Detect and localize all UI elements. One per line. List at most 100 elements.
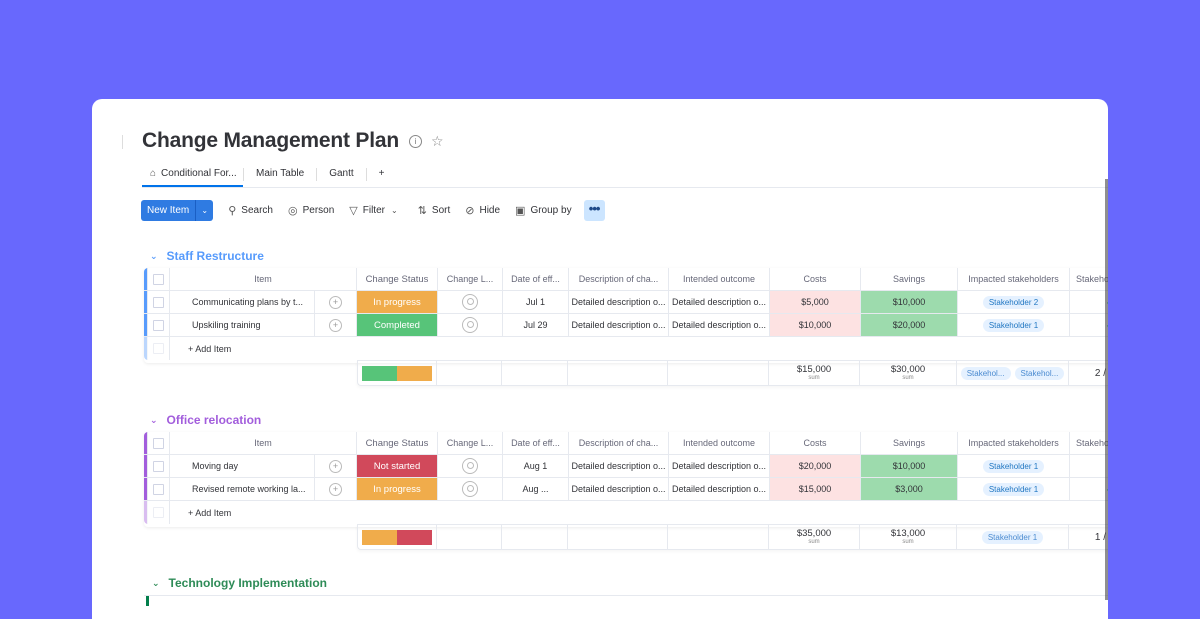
savings-cell[interactable]: $20,000 — [861, 314, 958, 337]
stakeholder-tag[interactable]: Stakehol... — [960, 366, 1011, 380]
person-cell[interactable] — [438, 314, 503, 337]
add-item-input[interactable]: + Add Item — [170, 337, 970, 360]
column-header-impacted-stakeholders[interactable]: Impacted stakeholders — [958, 268, 1070, 291]
column-header-savings[interactable]: Savings — [861, 268, 958, 291]
column-header-date[interactable]: Date of eff... — [503, 432, 569, 455]
signoff-cell[interactable]: ✓ — [1070, 478, 1108, 501]
group-header-technology-implementation[interactable]: ⌄ Technology Implementation — [152, 576, 327, 590]
more-options-button[interactable]: ••• — [583, 199, 605, 221]
person-cell[interactable] — [438, 291, 503, 314]
filter-button[interactable]: ▽ Filter ⌄ — [349, 204, 402, 217]
item-name[interactable]: Moving day — [170, 455, 315, 478]
row-checkbox[interactable] — [153, 460, 164, 472]
status-label[interactable]: Completed — [357, 314, 438, 337]
tab-gantt[interactable]: Gantt — [317, 165, 365, 186]
group-header-staff-restructure[interactable]: ⌄ Staff Restructure — [150, 249, 264, 263]
signoff-cell[interactable] — [1070, 455, 1108, 478]
chevron-down-icon[interactable]: ⌄ — [150, 251, 158, 262]
select-all-cell[interactable] — [148, 432, 170, 455]
date-cell[interactable]: Jul 1 — [503, 291, 569, 314]
stakeholders-cell[interactable]: Stakeholder 1 — [958, 478, 1070, 501]
person-cell[interactable] — [438, 455, 503, 478]
tab-main-table[interactable]: Main Table — [244, 165, 316, 186]
date-cell[interactable]: Jul 29 — [503, 314, 569, 337]
cost-cell[interactable]: $5,000 — [770, 291, 861, 314]
cost-cell[interactable]: $10,000 — [770, 314, 861, 337]
outcome-cell[interactable]: Detailed description o... — [669, 314, 770, 337]
stakeholders-cell[interactable]: Stakeholder 1 — [958, 455, 1070, 478]
table-row[interactable]: Upskiling training + Completed Jul 29 De… — [144, 314, 1108, 337]
add-update-cell[interactable]: + — [315, 314, 357, 337]
item-name[interactable]: Upskiling training — [170, 314, 315, 337]
status-distribution-cell[interactable] — [358, 361, 437, 385]
avatar-placeholder-icon[interactable] — [462, 481, 478, 497]
cost-cell[interactable]: $20,000 — [770, 455, 861, 478]
new-item-label[interactable]: New Item — [141, 200, 195, 221]
tab-conditional-formatting[interactable]: ⌂ Conditional For... — [142, 165, 243, 187]
new-item-button[interactable]: New Item ⌄ — [141, 199, 214, 221]
outcome-cell[interactable]: Detailed description o... — [669, 455, 770, 478]
column-header-change-status[interactable]: Change Status — [357, 432, 438, 455]
chevron-down-icon[interactable]: ⌄ — [391, 206, 398, 215]
column-header-intended-outcome[interactable]: Intended outcome — [669, 432, 770, 455]
row-checkbox[interactable] — [153, 319, 164, 331]
outcome-cell[interactable]: Detailed description o... — [669, 478, 770, 501]
item-name[interactable]: Revised remote working la... — [170, 478, 315, 501]
column-header-impacted-stakeholders[interactable]: Impacted stakeholders — [958, 432, 1070, 455]
add-update-cell[interactable]: + — [315, 291, 357, 314]
group-title[interactable]: Staff Restructure — [167, 249, 264, 263]
column-header-intended-outcome[interactable]: Intended outcome — [669, 268, 770, 291]
row-checkbox[interactable] — [153, 483, 164, 495]
chevron-down-icon[interactable]: ⌄ — [195, 199, 213, 221]
description-cell[interactable]: Detailed description o... — [569, 291, 669, 314]
avatar-placeholder-icon[interactable] — [462, 294, 478, 310]
group-title[interactable]: Office relocation — [167, 413, 262, 427]
status-label[interactable]: In progress — [357, 478, 438, 501]
add-update-cell[interactable]: + — [315, 478, 357, 501]
row-checkbox[interactable] — [153, 296, 164, 308]
info-icon[interactable]: i — [408, 134, 422, 148]
stakeholder-tag[interactable]: Stakeholder 1 — [982, 318, 1045, 332]
column-header-stakeholder-signoff[interactable]: Stakeho — [1070, 432, 1108, 455]
status-label[interactable]: Not started — [357, 455, 438, 478]
add-item-row[interactable]: + Add Item — [144, 337, 1108, 360]
group-title[interactable]: Technology Implementation — [169, 576, 327, 590]
outcome-cell[interactable]: Detailed description o... — [669, 291, 770, 314]
stakeholders-cell[interactable]: Stakeholder 2 — [958, 291, 1070, 314]
person-filter-button[interactable]: ◎ Person — [288, 204, 334, 217]
savings-cell[interactable]: $10,000 — [861, 455, 958, 478]
stakeholder-tag[interactable]: Stakehol... — [1014, 366, 1065, 380]
savings-cell[interactable]: $3,000 — [861, 478, 958, 501]
chevron-down-icon[interactable]: ⌄ — [150, 415, 158, 426]
column-header-item[interactable]: Item — [170, 268, 357, 291]
column-header-description[interactable]: Description of cha... — [569, 432, 669, 455]
column-header-costs[interactable]: Costs — [770, 432, 861, 455]
add-item-row[interactable]: + Add Item — [144, 501, 1108, 524]
status-distribution-cell[interactable] — [358, 525, 437, 549]
column-header-description[interactable]: Description of cha... — [569, 268, 669, 291]
row-select-cell[interactable] — [148, 455, 170, 478]
add-item-input[interactable]: + Add Item — [170, 501, 970, 524]
sort-button[interactable]: ⇅ Sort — [418, 204, 451, 217]
column-header-date[interactable]: Date of eff... — [503, 268, 569, 291]
group-header-office-relocation[interactable]: ⌄ Office relocation — [150, 413, 261, 427]
board-title[interactable]: Change Management Plan — [142, 129, 399, 153]
hide-button[interactable]: ⊘ Hide — [465, 204, 500, 217]
avatar-placeholder-icon[interactable] — [462, 458, 478, 474]
group-by-button[interactable]: ▣ Group by — [515, 204, 572, 217]
column-header-change-lead[interactable]: Change L... — [438, 432, 503, 455]
add-update-icon[interactable]: + — [329, 295, 342, 309]
stakeholder-tag[interactable]: Stakeholder 1 — [982, 482, 1045, 496]
stakeholder-tag[interactable]: Stakeholder 1 — [981, 530, 1044, 544]
person-cell[interactable] — [438, 478, 503, 501]
add-update-icon[interactable]: + — [329, 318, 342, 332]
add-view-button[interactable]: + — [367, 165, 397, 186]
savings-cell[interactable]: $10,000 — [861, 291, 958, 314]
row-select-cell[interactable] — [148, 291, 170, 314]
search-button[interactable]: ⚲ Search — [228, 204, 273, 217]
item-name[interactable]: Communicating plans by t... — [170, 291, 315, 314]
signoff-cell[interactable]: ✓ — [1070, 314, 1108, 337]
table-row[interactable]: Moving day + Not started Aug 1 Detailed … — [144, 455, 1108, 478]
avatar-placeholder-icon[interactable] — [462, 317, 478, 333]
star-icon[interactable]: ☆ — [431, 133, 444, 150]
